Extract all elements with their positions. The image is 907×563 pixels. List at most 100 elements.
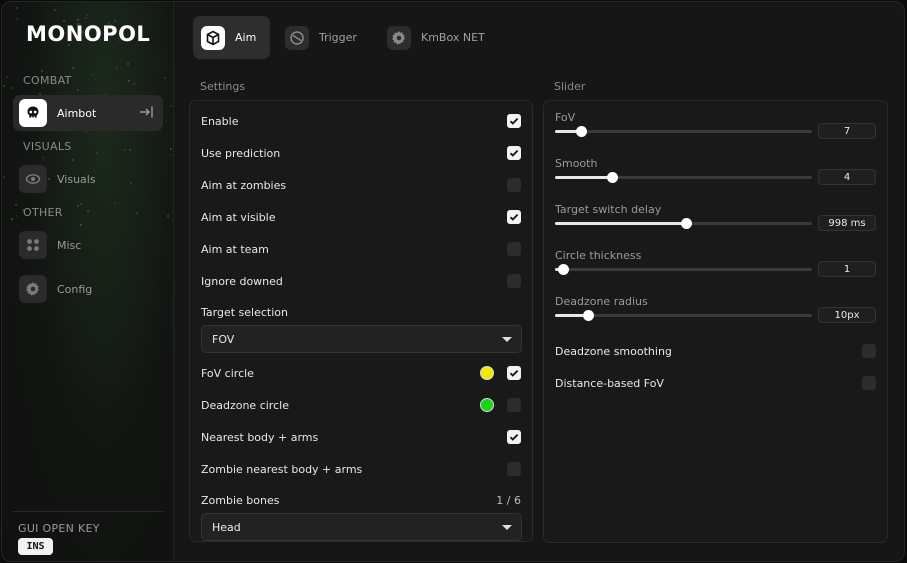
sidebar-item-label: Visuals bbox=[57, 172, 96, 186]
sidebar-item-misc[interactable]: Misc bbox=[13, 227, 163, 263]
smooth-value-input[interactable]: 4 bbox=[818, 169, 876, 185]
deadzone-radius-value-input[interactable]: 10px bbox=[818, 307, 876, 323]
particle bbox=[91, 74, 94, 77]
particle bbox=[116, 66, 119, 69]
target-switch-delay-slider-label: Target switch delay bbox=[555, 203, 662, 216]
particle bbox=[94, 77, 97, 80]
enable-checkbox[interactable] bbox=[507, 114, 521, 128]
particle bbox=[10, 86, 13, 89]
aim-at-visible-checkbox[interactable] bbox=[507, 210, 521, 224]
zombie-nearest-body-arms-checkbox[interactable] bbox=[507, 462, 521, 476]
cube-icon bbox=[201, 25, 225, 50]
particle bbox=[127, 79, 130, 82]
toggle-row-zombie-nearest-body-arms: Zombie nearest body + arms bbox=[201, 459, 521, 479]
toggle-row-deadzone-circle: Deadzone circle bbox=[201, 395, 521, 415]
toggle-row-fov-circle: FoV circle bbox=[201, 363, 521, 383]
toggle-label: Nearest body + arms bbox=[201, 430, 319, 444]
fov-circle-checkbox[interactable] bbox=[507, 366, 521, 380]
sidebar-item-aimbot[interactable]: Aimbot bbox=[13, 95, 163, 131]
toggle-row-nearest-body-arms: Nearest body + arms bbox=[201, 427, 521, 447]
chevron-down-icon bbox=[502, 525, 512, 530]
skull-icon bbox=[19, 99, 47, 127]
toggle-row-aim-at-zombies: Aim at zombies bbox=[201, 175, 521, 195]
toggle-label: Use prediction bbox=[201, 146, 281, 160]
section-label-combat: COMBAT bbox=[23, 74, 72, 87]
particle bbox=[77, 204, 80, 207]
sidebar-item-config[interactable]: Config bbox=[13, 271, 163, 307]
zombie-bones-label: Zombie bones bbox=[201, 493, 280, 507]
target-selection-row: Target selection bbox=[201, 302, 521, 322]
zombie-bones-dropdown[interactable]: Head bbox=[201, 513, 522, 541]
deadzone-circle-color-picker[interactable] bbox=[480, 398, 494, 412]
slider-handle[interactable] bbox=[681, 218, 693, 229]
app-logo: MONOPOL bbox=[26, 22, 151, 46]
gui-open-key-button[interactable]: INS bbox=[18, 538, 53, 555]
deadzone-radius-slider[interactable] bbox=[555, 310, 812, 321]
particle bbox=[16, 17, 19, 20]
particle bbox=[53, 8, 56, 11]
particle bbox=[79, 202, 82, 205]
slider-handle[interactable] bbox=[557, 264, 569, 275]
eye-icon bbox=[19, 165, 47, 193]
target-switch-delay-value-input[interactable]: 998 ms bbox=[818, 215, 876, 231]
smooth-slider-label: Smooth bbox=[555, 157, 598, 170]
circle-thickness-slider[interactable] bbox=[555, 264, 812, 275]
nearest-body-arms-checkbox[interactable] bbox=[507, 430, 521, 444]
slider-handle[interactable] bbox=[583, 310, 595, 321]
fov-value-input[interactable]: 7 bbox=[818, 123, 876, 139]
particle bbox=[86, 210, 89, 213]
sidebar-item-visuals[interactable]: Visuals bbox=[13, 161, 163, 197]
use-prediction-checkbox[interactable] bbox=[507, 146, 521, 160]
aim-at-team-checkbox[interactable] bbox=[507, 242, 521, 256]
particle bbox=[41, 156, 44, 159]
particle bbox=[170, 153, 173, 156]
dropdown-value: Head bbox=[212, 520, 241, 534]
toggle-label: Aim at team bbox=[201, 242, 269, 256]
particle bbox=[3, 175, 6, 178]
particle bbox=[164, 76, 167, 79]
slider-panel-title: Slider bbox=[554, 80, 586, 93]
particle bbox=[85, 13, 88, 16]
ignore-downed-checkbox[interactable] bbox=[507, 274, 521, 288]
tab-trigger[interactable]: Trigger bbox=[277, 16, 371, 59]
particle bbox=[133, 82, 136, 85]
toggle-label: Aim at zombies bbox=[201, 178, 287, 192]
toggle-row-enable: Enable bbox=[201, 111, 521, 131]
toggle-label: Distance-based FoV bbox=[555, 376, 664, 390]
sidebar-item-label: Misc bbox=[57, 238, 82, 252]
particle bbox=[170, 148, 173, 151]
sidebar-item-label: Aimbot bbox=[57, 106, 97, 120]
toggle-row-distance-based-fov: Distance-based FoV bbox=[555, 373, 876, 393]
settings-panel: Enable Use prediction Aim at zombies Aim… bbox=[189, 100, 533, 542]
smooth-slider[interactable] bbox=[555, 172, 812, 183]
particle bbox=[127, 63, 130, 66]
distance-based-fov-checkbox[interactable] bbox=[862, 376, 876, 390]
aim-at-zombies-checkbox[interactable] bbox=[507, 178, 521, 192]
toggle-row-use-prediction: Use prediction bbox=[201, 143, 521, 163]
deadzone-circle-checkbox[interactable] bbox=[507, 398, 521, 412]
divider bbox=[13, 511, 163, 512]
toggle-label: Deadzone smoothing bbox=[555, 344, 672, 358]
particle bbox=[41, 70, 44, 73]
particle bbox=[15, 6, 18, 9]
slider-handle[interactable] bbox=[575, 126, 587, 137]
tab-kmbox-net[interactable]: KmBox NET bbox=[379, 16, 499, 59]
target-icon bbox=[285, 25, 309, 50]
sidebar: MONOPOL COMBAT Aimbot VISUALS Visuals OT… bbox=[2, 2, 174, 561]
particle bbox=[129, 149, 132, 152]
deadzone-radius-slider-label: Deadzone radius bbox=[555, 295, 648, 308]
target-switch-delay-slider[interactable] bbox=[555, 218, 812, 229]
particle bbox=[6, 76, 9, 79]
tab-aim[interactable]: Aim bbox=[193, 16, 271, 59]
circle-thickness-value-input[interactable]: 1 bbox=[818, 261, 876, 277]
fov-slider[interactable] bbox=[555, 126, 812, 137]
particle bbox=[96, 152, 99, 155]
particle bbox=[154, 62, 157, 65]
particle bbox=[15, 204, 18, 207]
app-window: MONOPOL COMBAT Aimbot VISUALS Visuals OT… bbox=[1, 1, 905, 562]
slider-handle[interactable] bbox=[606, 172, 618, 183]
deadzone-smoothing-checkbox[interactable] bbox=[862, 344, 876, 358]
zombie-bones-row: Zombie bones 1 / 6 bbox=[201, 490, 521, 510]
fov-circle-color-picker[interactable] bbox=[480, 366, 494, 380]
target-selection-dropdown[interactable]: FOV bbox=[201, 325, 522, 353]
